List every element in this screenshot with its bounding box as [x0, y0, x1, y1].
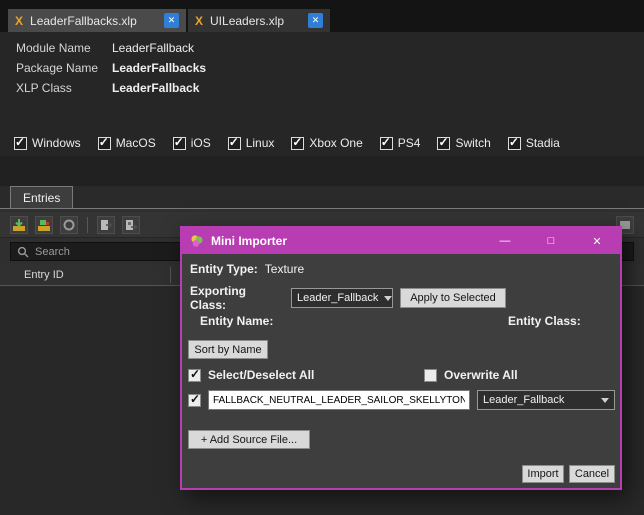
maximize-button[interactable]: □ — [528, 228, 574, 254]
entity-type-label: Entity Type: — [190, 262, 258, 276]
platform-stadia: Stadia — [507, 135, 560, 150]
tab-label: UILeaders.xlp — [210, 13, 285, 28]
chevron-down-icon — [601, 397, 609, 403]
platform-label: Linux — [245, 136, 275, 150]
property-label: Package Name — [16, 61, 99, 75]
window-controls: — □ ✕ — [482, 228, 620, 254]
platform-xbox-one: Xbox One — [291, 135, 363, 150]
close-tab-icon[interactable]: ✕ — [308, 13, 323, 28]
export-entry-button[interactable] — [97, 215, 115, 234]
stadia-checkbox[interactable] — [507, 135, 521, 150]
property-label: Module Name — [16, 41, 91, 55]
toolbar-divider — [87, 216, 88, 233]
search-icon — [17, 246, 29, 257]
exporting-class-row: Exporting Class: Leader_Fallback Apply t… — [190, 284, 506, 312]
minimize-button[interactable]: — — [482, 228, 528, 254]
sort-by-name-button[interactable]: Sort by Name — [188, 340, 268, 359]
platform-label: Windows — [32, 136, 81, 150]
platform-checkbox-row: Windows MacOS iOS Linux Xbox One PS4 Swi… — [0, 130, 644, 156]
dialog-title: Mini Importer — [211, 234, 288, 248]
section-divider — [0, 156, 644, 186]
cancel-button[interactable]: Cancel — [569, 465, 615, 483]
import-package-button[interactable] — [35, 215, 53, 234]
refresh-icon — [63, 219, 75, 230]
select-deselect-all-checkbox[interactable] — [188, 367, 201, 382]
platform-linux: Linux — [227, 135, 275, 150]
exporting-class-value: Leader_Fallback — [297, 292, 379, 304]
chevron-down-icon — [384, 295, 393, 301]
overwrite-all-label: Overwrite All — [444, 368, 518, 382]
entity-class-dropdown[interactable]: Leader_Fallback — [477, 390, 615, 410]
import-entry-button[interactable] — [10, 215, 28, 234]
entity-class-column-label: Entity Class: — [508, 314, 581, 328]
platform-label: MacOS — [115, 136, 156, 150]
linux-checkbox[interactable] — [227, 135, 241, 150]
platform-switch: Switch — [437, 135, 491, 150]
entries-tab-label: Entries — [23, 191, 61, 205]
close-tab-icon[interactable]: ✕ — [164, 13, 179, 28]
property-row-xlp-class: XLP Class LeaderFallback — [0, 78, 644, 98]
xbox-one-checkbox[interactable] — [291, 135, 305, 150]
add-source-file-button[interactable]: + Add Source File... — [188, 430, 310, 449]
exporting-class-label: Exporting Class: — [190, 284, 246, 312]
property-row-package-name: Package Name LeaderFallbacks — [0, 58, 644, 78]
ps4-checkbox[interactable] — [379, 135, 393, 150]
xlp-file-icon: X — [15, 13, 24, 28]
platform-ps4: PS4 — [379, 135, 421, 150]
entity-class-value: Leader_Fallback — [483, 394, 565, 406]
tab-uileaders-xlp[interactable]: X UILeaders.xlp ✕ — [188, 9, 330, 32]
document-tabbar: X LeaderFallbacks.xlp ✕ X UILeaders.xlp … — [0, 0, 644, 32]
xlp-file-icon: X — [195, 13, 204, 28]
tab-entries[interactable]: Entries — [10, 186, 74, 209]
platform-ios: iOS — [172, 135, 211, 150]
export-package-button[interactable] — [122, 215, 140, 234]
import-entry-row: Leader_Fallback — [188, 390, 615, 410]
select-deselect-all-label: Select/Deselect All — [208, 368, 315, 382]
property-value: LeaderFallbacks — [112, 61, 207, 75]
module-properties: Module Name LeaderFallback Package Name … — [0, 32, 644, 130]
platform-macos: MacOS — [97, 135, 156, 150]
property-value: LeaderFallback — [112, 81, 200, 95]
platform-label: Stadia — [525, 136, 560, 150]
overwrite-all: Overwrite All — [424, 368, 518, 382]
entity-type-row: Entity Type: Texture — [190, 262, 304, 276]
entity-type-value: Texture — [264, 262, 305, 276]
import-entry-icon — [13, 218, 25, 231]
export-package-icon — [126, 219, 138, 230]
entity-name-column-label: Entity Name: — [200, 314, 274, 328]
mini-importer-icon — [191, 235, 203, 247]
property-label: XLP Class — [16, 81, 72, 95]
platform-label: iOS — [190, 136, 211, 150]
platform-label: Xbox One — [309, 136, 363, 150]
close-button[interactable]: ✕ — [574, 228, 620, 254]
tab-leaderfallbacks-xlp[interactable]: X LeaderFallbacks.xlp ✕ — [8, 9, 186, 32]
tab-label: LeaderFallbacks.xlp — [30, 13, 137, 28]
property-row-module-name: Module Name LeaderFallback — [0, 38, 644, 58]
import-button[interactable]: Import — [522, 465, 564, 483]
select-deselect-all: Select/Deselect All — [188, 367, 315, 382]
apply-to-selected-button[interactable]: Apply to Selected — [400, 288, 506, 308]
ios-checkbox[interactable] — [172, 135, 186, 150]
platform-label: Switch — [455, 136, 491, 150]
property-value: LeaderFallback — [112, 41, 195, 55]
dialog-body: Entity Type: Texture Exporting Class: Le… — [182, 254, 620, 488]
exporting-class-dropdown[interactable]: Leader_Fallback — [291, 288, 393, 308]
macos-checkbox[interactable] — [97, 135, 111, 150]
windows-checkbox[interactable] — [14, 135, 27, 150]
mini-importer-dialog: Mini Importer — □ ✕ Entity Type: Texture… — [180, 226, 622, 490]
entry-checkbox[interactable] — [188, 392, 201, 407]
platform-windows: Windows — [14, 135, 81, 150]
entry-id-column-header[interactable]: Entry ID — [24, 269, 64, 281]
refresh-button[interactable] — [60, 215, 78, 234]
export-entry-icon — [101, 219, 113, 230]
import-package-icon — [38, 219, 50, 231]
entity-name-input[interactable] — [208, 390, 470, 410]
platform-label: PS4 — [397, 136, 421, 150]
dialog-titlebar[interactable]: Mini Importer — □ ✕ — [182, 228, 620, 254]
app-window: X LeaderFallbacks.xlp ✕ X UILeaders.xlp … — [0, 0, 644, 515]
overwrite-all-checkbox[interactable] — [424, 368, 437, 382]
switch-checkbox[interactable] — [437, 135, 451, 150]
